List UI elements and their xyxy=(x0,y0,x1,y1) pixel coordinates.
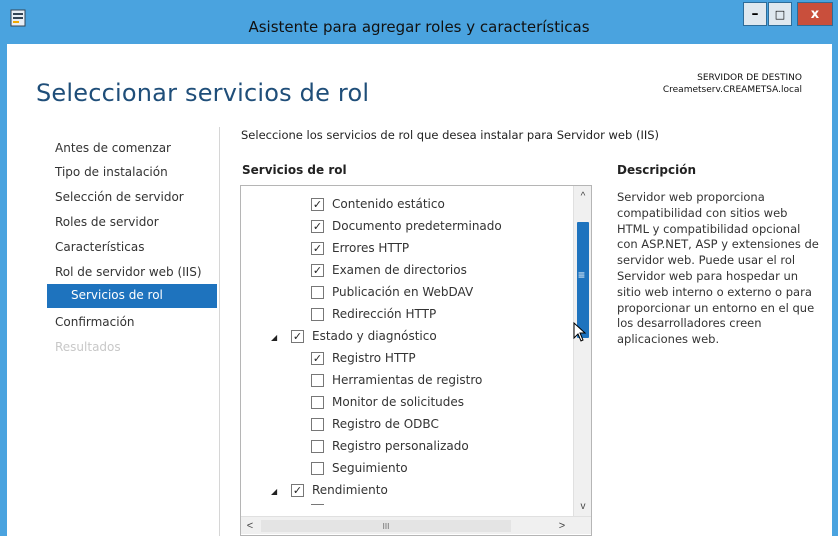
collapse-arrow-icon[interactable]: ◢ xyxy=(271,333,277,342)
nav-item-resultados: Resultados xyxy=(55,340,121,354)
checkbox[interactable] xyxy=(291,483,304,497)
nav-item-seleccion-de-servidor[interactable]: Selección de servidor xyxy=(55,190,184,204)
nav-item-caracteristicas[interactable]: Características xyxy=(55,240,144,254)
instruction-text: Seleccione los servicios de rol que dese… xyxy=(241,128,660,142)
tree-item-label: Monitor de solicitudes xyxy=(332,395,464,409)
destination-server-name: Creametserv.CREAMETSA.local xyxy=(662,85,802,95)
tree-item-label: Registro HTTP xyxy=(332,351,416,365)
nav-item-tipo-de-instalacion[interactable]: Tipo de instalación xyxy=(55,165,168,179)
horizontal-scrollbar[interactable]: < III > xyxy=(241,516,591,534)
tree-item-herramientas-de-registro[interactable]: Herramientas de registro xyxy=(311,369,482,391)
tree-item-label: Publicación en WebDAV xyxy=(332,285,474,299)
nav-item-rol-servidor-web[interactable]: Rol de servidor web (IIS) xyxy=(55,265,202,279)
maximize-button[interactable]: □ xyxy=(768,2,792,26)
tree-item-errores-http[interactable]: Errores HTTP xyxy=(311,237,409,259)
tree-item-redireccion-http[interactable]: Redirección HTTP xyxy=(311,303,436,325)
nav-item-antes-de-comenzar[interactable]: Antes de comenzar xyxy=(55,141,171,155)
tree-item-contenido-estatico[interactable]: Contenido estático xyxy=(311,193,445,215)
checkbox[interactable] xyxy=(311,307,324,321)
wizard-window: Asistente para agregar roles y caracterí… xyxy=(0,0,838,536)
checkbox[interactable] xyxy=(311,417,324,431)
wizard-content: Seleccionar servicios de rol SERVIDOR DE… xyxy=(7,44,832,536)
tree-item-registro-personalizado[interactable]: Registro personalizado xyxy=(311,435,469,457)
tree-item-label: Errores HTTP xyxy=(332,241,410,255)
checkbox[interactable] xyxy=(291,329,304,343)
vertical-scroll-thumb[interactable]: ≡ xyxy=(577,222,589,338)
collapse-arrow-icon[interactable]: ◢ xyxy=(271,487,277,496)
destination-server-label: SERVIDOR DE DESTINO xyxy=(697,73,802,83)
tree-item-registro-http[interactable]: Registro HTTP xyxy=(311,347,416,369)
partial-checkbox-row xyxy=(311,504,324,508)
tree-item-label: Registro personalizado xyxy=(332,439,469,453)
tree-item-publicacion-webdav[interactable]: Publicación en WebDAV xyxy=(311,281,473,303)
tree-item-seguimiento[interactable]: Seguimiento xyxy=(311,457,408,479)
close-button[interactable]: x xyxy=(797,2,833,26)
nav-item-roles-de-servidor[interactable]: Roles de servidor xyxy=(55,215,159,229)
checkbox[interactable] xyxy=(311,219,324,233)
tree-item-documento-predeterminado[interactable]: Documento predeterminado xyxy=(311,215,502,237)
checkbox[interactable] xyxy=(311,351,324,365)
tree-item-label: Contenido estático xyxy=(332,197,445,211)
description-text: Servidor web proporciona compatibilidad … xyxy=(617,190,819,347)
tree-item-examen-de-directorios[interactable]: Examen de directorios xyxy=(311,259,467,281)
tree-item-registro-de-odbc[interactable]: Registro de ODBC xyxy=(311,413,439,435)
window-title: Asistente para agregar roles y caracterí… xyxy=(248,18,590,36)
nav-divider xyxy=(219,127,220,536)
tree-item-label: Seguimiento xyxy=(332,461,408,475)
tree-item-label: Rendimiento xyxy=(312,483,388,497)
scroll-right-icon[interactable]: > xyxy=(553,517,571,535)
tree-item-estado-y-diagnostico[interactable]: Estado y diagnóstico xyxy=(291,325,437,347)
tree-item-label: Examen de directorios xyxy=(332,263,467,277)
page-title: Seleccionar servicios de rol xyxy=(36,79,370,107)
checkbox[interactable] xyxy=(311,439,324,453)
nav-item-servicios-de-rol[interactable]: Servicios de rol xyxy=(47,284,217,308)
horizontal-scroll-thumb[interactable]: III xyxy=(261,520,511,532)
role-services-tree[interactable]: Contenido estático Documento predetermin… xyxy=(240,185,592,536)
tree-item-label: Redirección HTTP xyxy=(332,307,437,321)
tree-item-label: Estado y diagnóstico xyxy=(312,329,437,343)
tree-item-rendimiento[interactable]: Rendimiento xyxy=(291,479,388,501)
scroll-left-icon[interactable]: < xyxy=(241,517,259,535)
nav-item-label: Servicios de rol xyxy=(71,288,163,302)
title-bar: Asistente para agregar roles y caracterí… xyxy=(0,0,838,44)
minimize-button[interactable]: – xyxy=(743,2,767,26)
mouse-cursor-icon xyxy=(573,322,587,342)
scroll-up-icon[interactable]: ^ xyxy=(574,188,591,204)
checkbox[interactable] xyxy=(311,263,324,277)
description-header: Descripción xyxy=(617,163,696,177)
role-services-header: Servicios de rol xyxy=(242,163,347,177)
tree-item-label: Documento predeterminado xyxy=(332,219,502,233)
grip-icon: ≡ xyxy=(578,268,586,282)
checkbox[interactable] xyxy=(311,461,324,475)
checkbox[interactable] xyxy=(311,197,324,211)
tree-item-monitor-de-solicitudes[interactable]: Monitor de solicitudes xyxy=(311,391,464,413)
checkbox[interactable] xyxy=(311,241,324,255)
checkbox[interactable] xyxy=(311,395,324,409)
checkbox[interactable] xyxy=(311,285,324,299)
tree-item-label: Herramientas de registro xyxy=(332,373,483,387)
vertical-scrollbar[interactable]: ^ ≡ v xyxy=(573,186,591,516)
tree-item-label: Registro de ODBC xyxy=(332,417,439,431)
checkbox[interactable] xyxy=(311,373,324,387)
nav-item-confirmacion[interactable]: Confirmación xyxy=(55,315,135,329)
scroll-down-icon[interactable]: v xyxy=(574,498,591,514)
